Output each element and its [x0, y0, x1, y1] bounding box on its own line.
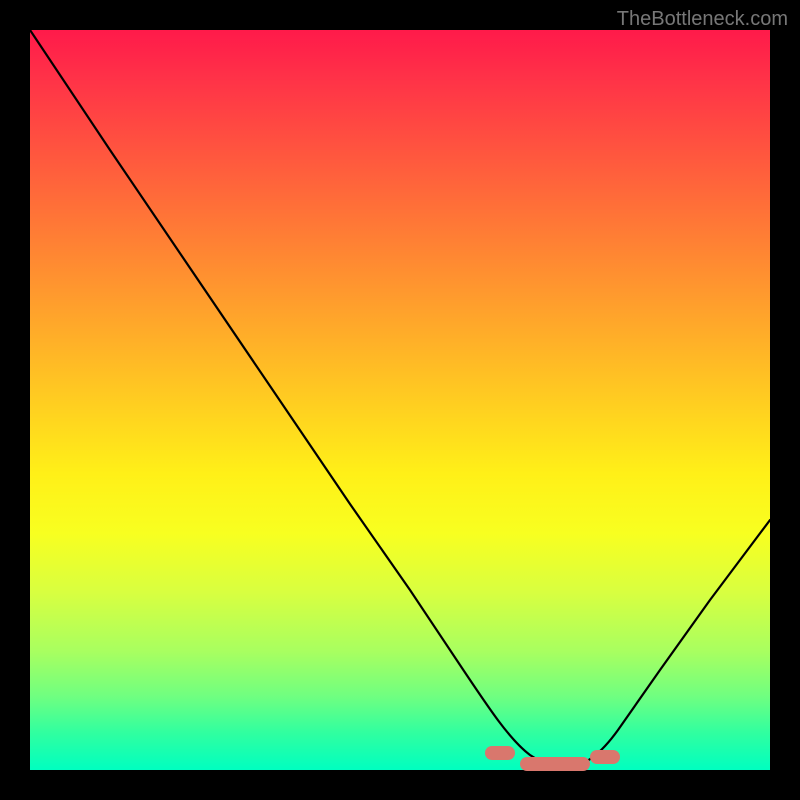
- bottleneck-curve: [30, 30, 770, 770]
- watermark-text: TheBottleneck.com: [617, 8, 788, 31]
- chart-container: [30, 30, 770, 770]
- optimal-marker-center: [520, 757, 590, 771]
- optimal-marker-right: [590, 750, 620, 764]
- optimal-marker-left: [485, 746, 515, 760]
